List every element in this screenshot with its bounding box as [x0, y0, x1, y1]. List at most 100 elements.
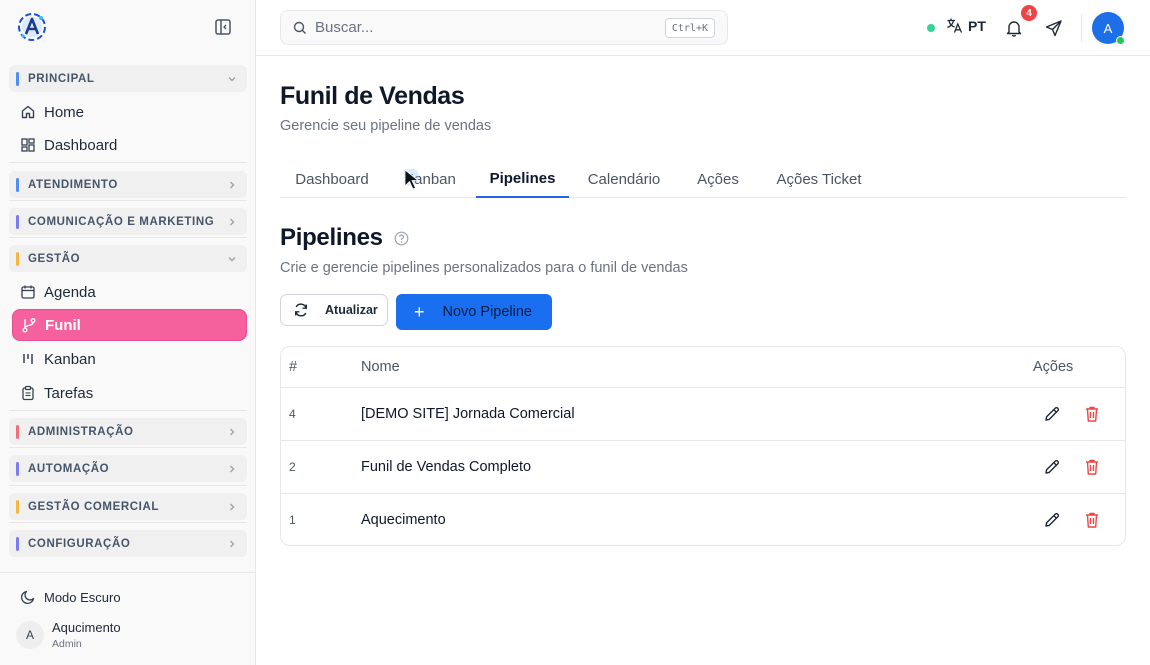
sidebar-group-gestao[interactable]: GESTÃO [9, 245, 247, 272]
sidebar-item-label: Agenda [44, 283, 96, 301]
sidebar-group-comunicacao-marketing[interactable]: COMUNICAÇÃO E MARKETING [9, 208, 247, 235]
sidebar-divider [9, 162, 247, 163]
group-color-bar [16, 536, 19, 551]
sidebar-group-configuracao[interactable]: CONFIGURAÇÃO [9, 530, 247, 557]
send-icon[interactable] [1045, 19, 1063, 37]
help-circle-icon[interactable] [394, 231, 409, 246]
search-box[interactable]: Ctrl+K [280, 10, 728, 45]
sidebar-item-label: Kanban [44, 350, 96, 368]
language-label: PT [968, 17, 986, 34]
sidebar-item-dashboard[interactable]: Dashboard [12, 129, 247, 161]
column-header-actions: Ações [1033, 359, 1074, 375]
shortcut-hint: Ctrl+K [664, 18, 715, 38]
sidebar-divider [9, 237, 247, 238]
row-id: 1 [289, 513, 296, 527]
sidebar-divider [9, 485, 247, 486]
chevron-down-icon [228, 256, 236, 261]
sidebar-item-funil[interactable]: Funil [12, 309, 247, 341]
sidebar-item-label: Dashboard [44, 136, 118, 154]
user-profile[interactable]: A Aqucimento Admin [16, 620, 121, 650]
topbar: Ctrl+K PT 4 A [256, 0, 1150, 56]
row-name: Funil de Vendas Completo [361, 459, 532, 475]
table-row[interactable]: 4 [DEMO SITE] Jornada Comercial [281, 388, 1125, 441]
row-id: 2 [289, 460, 296, 474]
tab-acoes[interactable]: Ações [684, 161, 752, 198]
sidebar-item-tarefas[interactable]: Tarefas [12, 377, 247, 409]
sidebar-item-agenda[interactable]: Agenda [12, 276, 247, 308]
table-row[interactable]: 1 Aquecimento [281, 494, 1125, 545]
delete-trash-icon[interactable] [1084, 458, 1100, 476]
table-header: # Nome Ações [281, 347, 1125, 388]
edit-pencil-icon[interactable] [1043, 511, 1061, 529]
sidebar-group-atendimento[interactable]: ATENDIMENTO [9, 171, 247, 198]
column-header-id: # [289, 359, 298, 375]
sidebar-divider [9, 447, 247, 448]
new-pipeline-button[interactable]: + Novo Pipeline [396, 294, 552, 330]
group-color-bar [16, 71, 19, 86]
group-color-bar [16, 461, 19, 476]
page-subtitle: Gerencie seu pipeline de vendas [280, 118, 492, 134]
sidebar-group-label: GESTÃO COMERCIAL [28, 500, 159, 513]
sidebar-group-label: ADMINISTRAÇÃO [28, 425, 134, 438]
chevron-right-icon [230, 181, 235, 188]
group-color-bar [16, 214, 19, 229]
refresh-button[interactable]: Atualizar [280, 294, 388, 326]
sidebar-item-kanban[interactable]: Kanban [12, 343, 247, 375]
sidebar-item-label: Tarefas [44, 384, 94, 402]
sidebar-item-home[interactable]: Home [12, 96, 247, 128]
refresh-icon [295, 303, 307, 317]
moon-icon [20, 590, 35, 605]
tab-pipelines[interactable]: Pipelines [476, 161, 569, 198]
home-icon [20, 104, 36, 120]
edit-pencil-icon[interactable] [1043, 405, 1061, 423]
chevron-down-icon [228, 76, 236, 81]
chevron-right-icon [230, 428, 235, 435]
search-icon [293, 21, 306, 34]
sidebar-group-administracao[interactable]: ADMINISTRAÇÃO [9, 418, 247, 445]
user-name: Aqucimento [52, 620, 121, 635]
avatar: A [16, 621, 44, 649]
plus-icon: + [414, 301, 425, 322]
sidebar-group-gestao-comercial[interactable]: GESTÃO COMERCIAL [9, 493, 247, 520]
translate-icon [947, 18, 963, 33]
calendar-icon [20, 284, 36, 300]
tab-dashboard[interactable]: Dashboard [280, 161, 384, 198]
sidebar-group-principal[interactable]: PRINCIPAL [9, 65, 247, 92]
chevron-right-icon [230, 218, 235, 225]
page-title: Funil de Vendas [280, 82, 465, 110]
sidebar-group-label: AUTOMAÇÃO [28, 462, 110, 475]
tab-calendario[interactable]: Calendário [576, 161, 672, 198]
sidebar-divider [9, 200, 247, 201]
delete-trash-icon[interactable] [1084, 511, 1100, 529]
delete-trash-icon[interactable] [1084, 405, 1100, 423]
online-indicator [1116, 36, 1125, 45]
new-pipeline-label: Novo Pipeline [442, 304, 532, 320]
row-name: [DEMO SITE] Jornada Comercial [361, 406, 575, 422]
sidebar-group-automacao[interactable]: AUTOMAÇÃO [9, 455, 247, 482]
sidebar-item-label: Home [44, 103, 85, 121]
app-logo[interactable] [16, 11, 48, 43]
sidebar-collapse-icon[interactable] [214, 18, 232, 36]
edit-pencil-icon[interactable] [1043, 458, 1061, 476]
tab-acoes-ticket[interactable]: Ações Ticket [762, 161, 876, 198]
mouse-cursor-icon [404, 169, 420, 190]
sidebar-divider [9, 522, 247, 523]
bell-icon[interactable] [1005, 19, 1023, 37]
kanban-icon [20, 351, 36, 367]
row-id: 4 [289, 407, 296, 421]
dark-mode-toggle[interactable]: Modo Escuro [12, 584, 247, 610]
git-branch-icon [21, 317, 37, 333]
chevron-right-icon [230, 540, 235, 547]
connection-status-dot [927, 24, 935, 32]
sidebar-item-label: Funil [45, 316, 81, 334]
notification-badge: 4 [1021, 5, 1037, 21]
group-color-bar [16, 424, 19, 439]
language-switcher[interactable]: PT [946, 17, 986, 34]
sidebar-group-label: GESTÃO [28, 252, 81, 265]
search-input[interactable] [315, 19, 645, 36]
group-color-bar [16, 177, 19, 192]
row-name: Aquecimento [361, 512, 446, 528]
clipboard-icon [20, 385, 36, 401]
sidebar-footer-divider [0, 572, 255, 573]
table-row[interactable]: 2 Funil de Vendas Completo [281, 441, 1125, 494]
